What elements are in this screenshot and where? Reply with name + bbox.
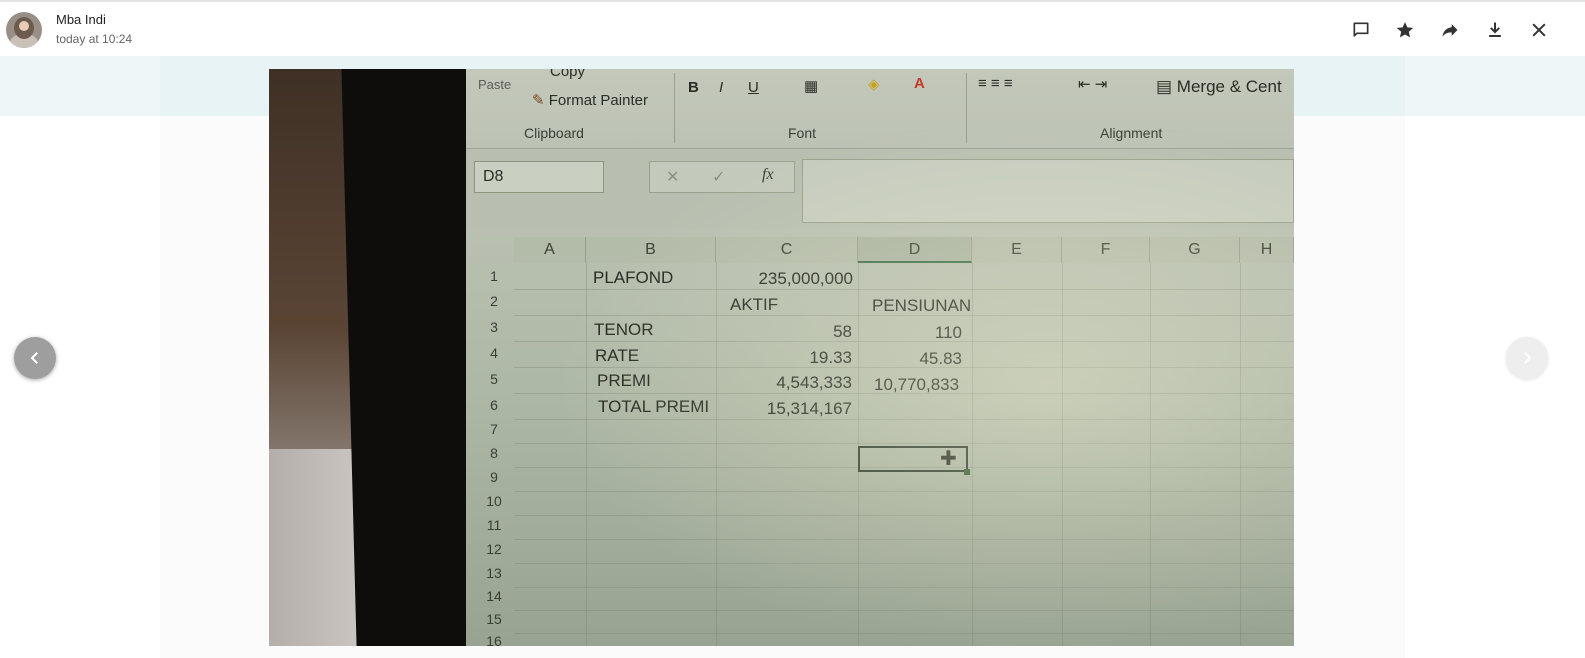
close-icon bbox=[1532, 23, 1546, 37]
cell-d3: 110 bbox=[934, 323, 962, 342]
bold-label: B bbox=[688, 79, 699, 96]
font-color-label: A bbox=[914, 75, 925, 92]
cell-b1: PLAFOND bbox=[593, 268, 674, 287]
row-number: 3 bbox=[490, 319, 498, 335]
column-header-e: E bbox=[972, 237, 1062, 263]
chevron-left-icon bbox=[30, 352, 38, 364]
comment-button[interactable] bbox=[1349, 18, 1373, 42]
column-header-g: G bbox=[1150, 237, 1240, 263]
enter-icon: ✓ bbox=[712, 169, 726, 186]
forward-button[interactable] bbox=[1438, 18, 1462, 42]
cell-d5: 10,770,833 bbox=[874, 375, 960, 394]
cell-c5: 4,543,333 bbox=[776, 373, 852, 392]
indent-icons: ⇤ ⇥ bbox=[1078, 76, 1108, 93]
cell-c3: 58 bbox=[833, 322, 852, 341]
row-number: 7 bbox=[490, 421, 498, 437]
column-header-c: C bbox=[716, 237, 858, 263]
brush-icon: ✎ bbox=[532, 92, 545, 109]
row-number: 15 bbox=[486, 611, 502, 627]
cell-b4: RATE bbox=[595, 346, 640, 365]
photo-spreadsheet-screen: Paste Copy ✎ Format Painter Clipboard B … bbox=[466, 69, 1294, 646]
clipboard-group-label: Clipboard bbox=[524, 125, 584, 141]
underline-label: U bbox=[748, 79, 759, 96]
row-number: 4 bbox=[490, 345, 498, 361]
fx-label: fx bbox=[762, 166, 774, 183]
star-icon bbox=[1396, 22, 1414, 38]
align-icons: ≡ ≡ ≡ bbox=[978, 75, 1013, 92]
comment-icon bbox=[1353, 22, 1369, 37]
merge-center-label: ▤ Merge & Cent bbox=[1156, 77, 1282, 96]
name-box: D8 bbox=[474, 161, 604, 193]
star-button[interactable] bbox=[1393, 18, 1417, 42]
sender-name: Mba Indi bbox=[56, 12, 106, 27]
row-number: 8 bbox=[490, 445, 498, 461]
row-number: 12 bbox=[486, 541, 502, 557]
cell-c2: AKTIF bbox=[730, 295, 779, 314]
row-number: 5 bbox=[490, 371, 498, 387]
chevron-right-icon bbox=[1524, 352, 1532, 364]
message-timestamp: today at 10:24 bbox=[56, 32, 133, 46]
row-number: 10 bbox=[486, 493, 502, 509]
format-painter-label: ✎ Format Painter bbox=[532, 92, 648, 109]
row-number: 16 bbox=[486, 633, 502, 646]
borders-icon: ▦ bbox=[804, 78, 819, 95]
row-number: 2 bbox=[490, 293, 498, 309]
next-image-button[interactable] bbox=[1506, 337, 1548, 379]
cell-b3: TENOR bbox=[594, 320, 654, 339]
column-header-b: B bbox=[586, 237, 716, 263]
active-cell-d8 bbox=[858, 446, 968, 472]
photo-formula-bar: D8 ✕ ✓ fx bbox=[466, 149, 1294, 229]
row-number: 14 bbox=[486, 588, 502, 604]
viewer-header: Mba Indi today at 10:24 bbox=[0, 2, 1585, 56]
merge-icon: ▤ bbox=[1156, 77, 1173, 96]
row-number: 13 bbox=[486, 565, 502, 581]
cell-b6: TOTAL PREMI bbox=[598, 397, 710, 416]
cell-c1: 235,000,000 bbox=[758, 269, 853, 288]
column-header-h: H bbox=[1240, 237, 1294, 263]
font-group-label: Font bbox=[788, 125, 817, 141]
fill-color-icon: ◈ bbox=[868, 76, 880, 93]
fill-handle bbox=[964, 469, 970, 475]
alignment-group-label: Alignment bbox=[1100, 125, 1163, 141]
forward-icon bbox=[1442, 24, 1458, 37]
close-button[interactable] bbox=[1527, 18, 1551, 42]
cell-c4: 19.33 bbox=[809, 348, 852, 367]
column-header-d: D bbox=[858, 237, 972, 263]
row-number: 6 bbox=[490, 397, 498, 413]
download-icon bbox=[1489, 22, 1501, 37]
cursor-plus-icon: ✚ bbox=[940, 448, 957, 470]
image-preview: Paste Copy ✎ Format Painter Clipboard B … bbox=[269, 69, 1294, 646]
row-number: 9 bbox=[490, 469, 498, 485]
column-header-f: F bbox=[1062, 237, 1150, 263]
photo-sheet-grid: A B C D E F G H 1 2 3 4 5 6 7 8 9 10 11 bbox=[466, 237, 1294, 646]
photo-ribbon: Paste Copy ✎ Format Painter Clipboard B … bbox=[466, 69, 1294, 149]
row-number: 11 bbox=[486, 517, 502, 533]
row-number: 1 bbox=[490, 268, 498, 284]
italic-label: I bbox=[719, 79, 724, 96]
previous-image-button[interactable] bbox=[14, 337, 56, 379]
cell-c6: 15,314,167 bbox=[766, 399, 852, 418]
cancel-icon: ✕ bbox=[666, 169, 680, 186]
copy-label: Copy bbox=[550, 69, 586, 80]
formula-input bbox=[802, 159, 1294, 223]
download-button[interactable] bbox=[1483, 18, 1507, 42]
paste-label: Paste bbox=[478, 77, 512, 92]
formula-controls: ✕ ✓ fx bbox=[649, 161, 795, 193]
cell-d2: PENSIUNAN bbox=[872, 296, 972, 315]
cell-b5: PREMI bbox=[597, 371, 651, 390]
avatar[interactable] bbox=[6, 12, 42, 48]
column-header-a: A bbox=[514, 237, 586, 263]
cell-d4: 45.83 bbox=[919, 349, 962, 368]
